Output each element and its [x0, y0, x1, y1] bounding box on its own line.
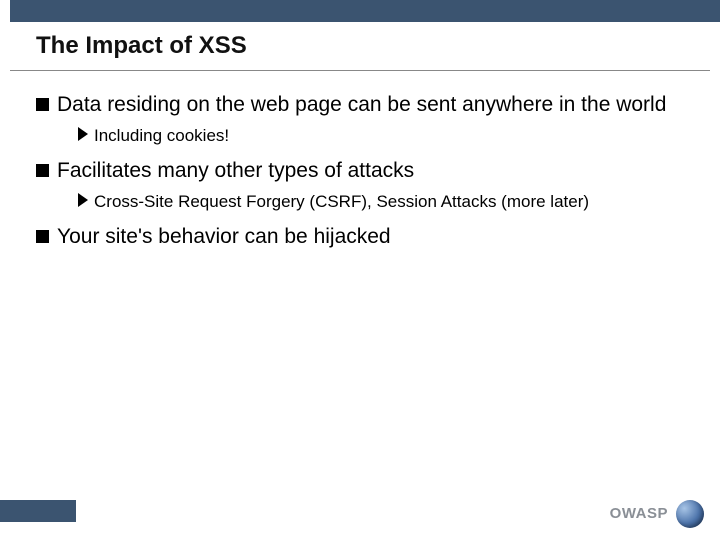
bullet-item: Facilitates many other types of attacks	[36, 158, 696, 185]
sub-bullet-text: Cross-Site Request Forgery (CSRF), Sessi…	[94, 191, 589, 212]
square-bullet-icon	[36, 230, 49, 243]
slide-title: The Impact of XSS	[36, 32, 247, 60]
bullet-text: Facilitates many other types of attacks	[57, 158, 414, 185]
owasp-globe-icon	[676, 500, 704, 528]
sub-bullet-item: Including cookies!	[78, 125, 696, 146]
bullet-item: Data residing on the web page can be sen…	[36, 92, 696, 119]
bullet-item: Your site's behavior can be hijacked	[36, 224, 696, 251]
sub-bullet-item: Cross-Site Request Forgery (CSRF), Sessi…	[78, 191, 696, 212]
footer-brand-label: OWASP	[610, 505, 668, 522]
title-divider	[10, 70, 710, 71]
content-area: Data residing on the web page can be sen…	[36, 92, 696, 255]
square-bullet-icon	[36, 98, 49, 111]
bullet-text: Data residing on the web page can be sen…	[57, 92, 666, 119]
sub-bullet-text: Including cookies!	[94, 125, 229, 146]
arrow-right-icon	[78, 127, 88, 141]
footer-bar	[0, 500, 76, 522]
header-bar	[10, 0, 720, 22]
square-bullet-icon	[36, 164, 49, 177]
arrow-right-icon	[78, 193, 88, 207]
bullet-text: Your site's behavior can be hijacked	[57, 224, 391, 251]
